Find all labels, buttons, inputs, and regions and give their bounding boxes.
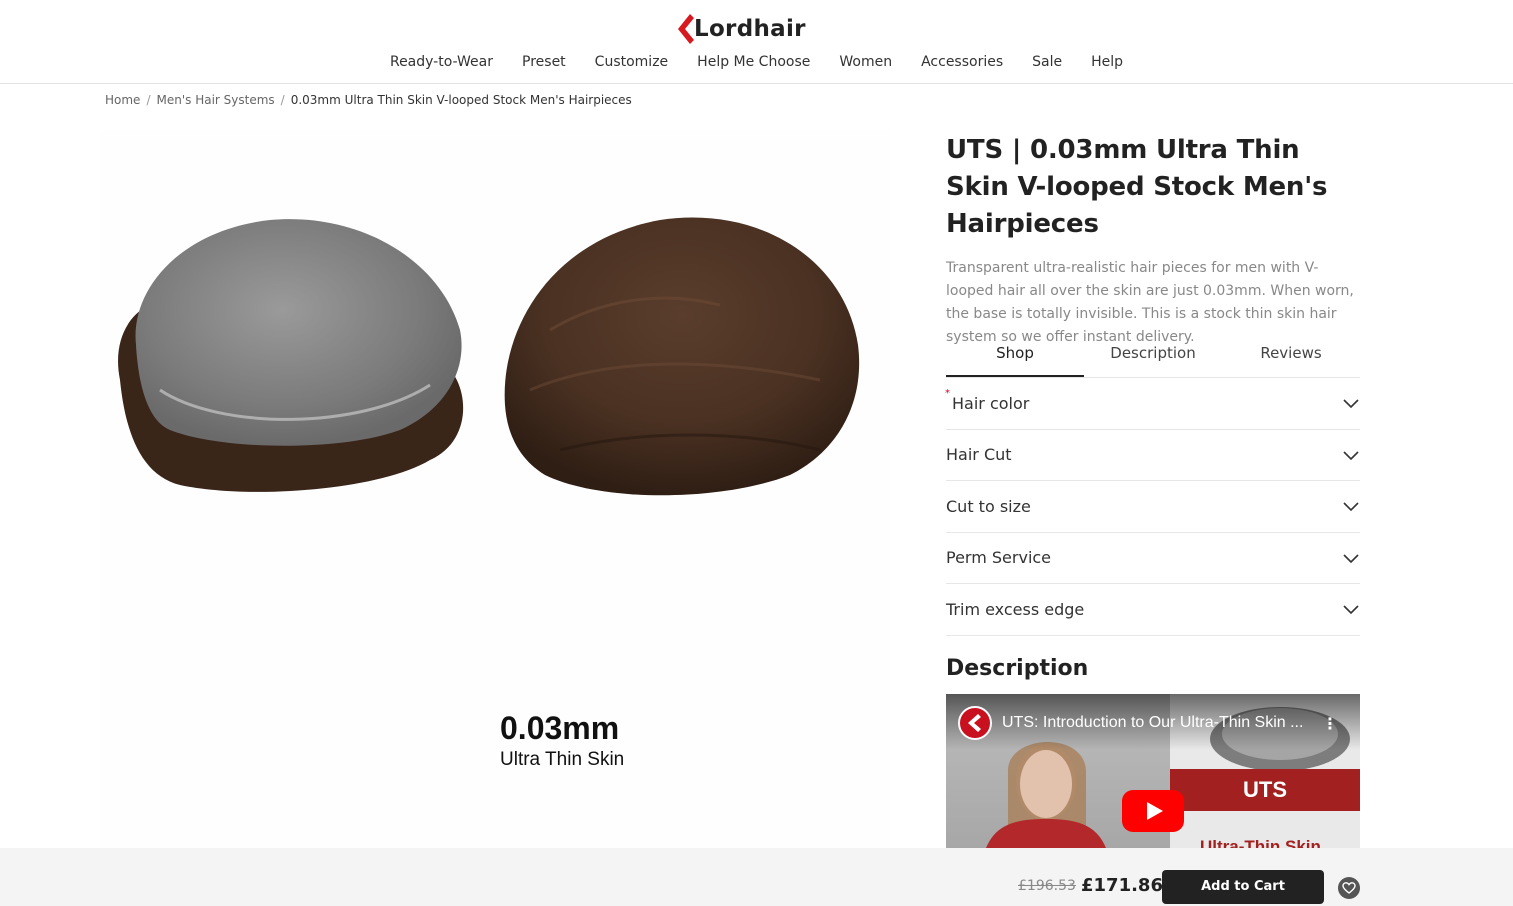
product-title: UTS | 0.03mm Ultra Thin Skin V-looped St… xyxy=(946,135,1328,239)
gallery-caption-base: Ultra Thin Skin xyxy=(500,749,625,770)
option-hair-cut[interactable]: Hair Cut xyxy=(946,430,1360,481)
product-image xyxy=(118,217,860,496)
chevron-down-icon xyxy=(1343,554,1359,563)
chevron-down-icon xyxy=(1343,451,1359,460)
play-button-icon[interactable] xyxy=(1122,790,1184,832)
product-options: * Hair color Hair Cut Cut to size Perm S… xyxy=(945,378,1360,636)
nav-item-help[interactable]: Help xyxy=(1077,52,1138,72)
video-menu-icon[interactable]: ⋮ xyxy=(1322,714,1338,733)
nav-item-ready-to-wear[interactable]: Ready-to-Wear xyxy=(375,52,507,72)
option-label-text: Hair color xyxy=(952,393,1030,413)
option-perm-service[interactable]: Perm Service xyxy=(946,533,1360,584)
video-embed[interactable]: UTS Ultra-Thin Skin UTS: Introduction to… xyxy=(946,694,1360,848)
video-title[interactable]: UTS: Introduction to Our Ultra-Thin Skin… xyxy=(1002,714,1303,732)
hairpiece-base-view xyxy=(118,219,464,492)
option-label-text: Trim excess edge xyxy=(946,599,1085,619)
tab-reviews[interactable]: Reviews xyxy=(1222,334,1360,377)
product-tabs: Shop Description Reviews xyxy=(946,334,1360,378)
nav-item-help-me-choose[interactable]: Help Me Choose xyxy=(683,52,825,72)
hairpiece-hair-view xyxy=(504,217,860,496)
tab-description[interactable]: Description xyxy=(1084,334,1222,377)
breadcrumb-current: 0.03mm Ultra Thin Skin V-looped Stock Me… xyxy=(290,93,632,107)
option-hair-color[interactable]: * Hair color xyxy=(945,378,1360,430)
nav-item-preset[interactable]: Preset xyxy=(508,52,581,72)
product-info: UTS | 0.03mm Ultra Thin Skin V-looped St… xyxy=(946,132,1360,349)
wishlist-button[interactable] xyxy=(1338,877,1360,899)
add-to-cart-button[interactable]: Add to Cart xyxy=(1162,870,1324,904)
nav-item-customize[interactable]: Customize xyxy=(580,52,683,72)
description-heading: Description xyxy=(946,656,1089,681)
nav-item-accessories[interactable]: Accessories xyxy=(907,52,1018,72)
required-mark: * xyxy=(945,387,950,399)
option-label-text: Cut to size xyxy=(946,496,1031,516)
site-header: Lordhair Ready-to-Wear Preset Customize … xyxy=(0,0,1513,84)
video-subtitle: Ultra-Thin Skin xyxy=(1200,837,1321,848)
nav-item-women[interactable]: Women xyxy=(825,52,907,72)
brand-name: Lordhair xyxy=(694,16,806,42)
nav-item-sale[interactable]: Sale xyxy=(1018,52,1077,72)
option-trim-excess-edge[interactable]: Trim excess edge xyxy=(946,584,1360,636)
channel-logo-icon[interactable] xyxy=(958,706,992,740)
main-nav: Ready-to-Wear Preset Customize Help Me C… xyxy=(0,52,1513,72)
tab-shop[interactable]: Shop xyxy=(946,334,1084,377)
video-uts-badge: UTS xyxy=(1170,769,1360,811)
product-gallery[interactable]: 0.03mm Ultra Thin Skin xyxy=(100,130,890,848)
breadcrumb: Home / Men's Hair Systems / 0.03mm Ultra… xyxy=(105,91,632,109)
sticky-cart-bar: £196.53 £171.86 Add to Cart xyxy=(0,848,1513,906)
sale-price: £171.86 xyxy=(1081,875,1163,896)
option-label-text: Perm Service xyxy=(946,548,1052,568)
gallery-caption-thickness: 0.03mm xyxy=(500,710,620,746)
brand-logo[interactable]: Lordhair xyxy=(676,12,806,46)
original-price: £196.53 xyxy=(1018,878,1076,894)
channel-chevron-icon xyxy=(968,714,981,732)
breadcrumb-separator: / xyxy=(280,93,285,107)
breadcrumb-category[interactable]: Men's Hair Systems xyxy=(156,93,274,107)
heart-icon xyxy=(1342,882,1356,894)
option-label: * Hair color xyxy=(945,388,1030,413)
chevron-down-icon xyxy=(1343,605,1359,615)
chevron-down-icon xyxy=(1343,399,1359,409)
option-cut-to-size[interactable]: Cut to size xyxy=(946,481,1360,533)
option-label-text: Hair Cut xyxy=(946,445,1012,465)
breadcrumb-separator: / xyxy=(146,93,151,107)
breadcrumb-home[interactable]: Home xyxy=(105,93,140,107)
chevron-down-icon xyxy=(1343,502,1359,512)
logo-mark-icon xyxy=(678,14,694,44)
